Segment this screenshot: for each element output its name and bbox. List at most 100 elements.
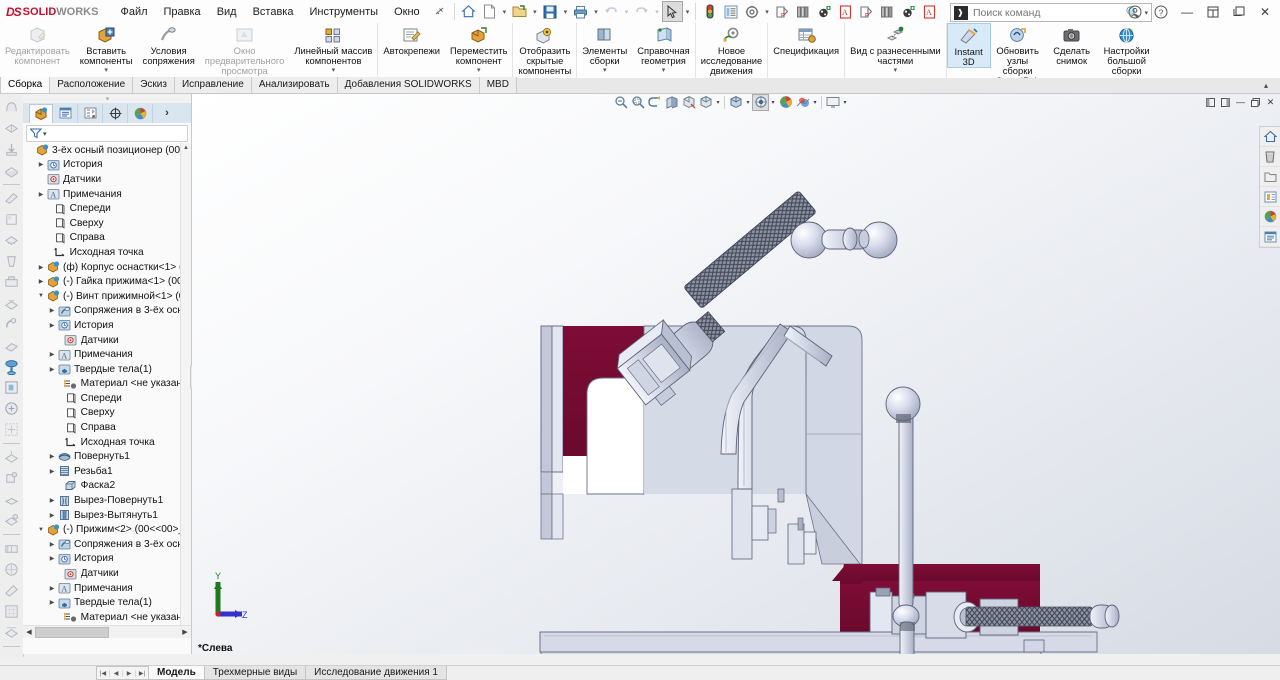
pdf-2-icon[interactable]: A	[919, 1, 940, 22]
insert-components-dropdown-icon[interactable]: ▾	[104, 67, 108, 74]
open-document-dropdown-icon[interactable]: ▾	[530, 8, 540, 16]
status-tab-3d-views[interactable]: Трехмерные виды	[203, 666, 307, 680]
expand-chevron-right-icon[interactable]: ▶	[36, 160, 46, 170]
tree-node-top-plane[interactable]: Сверху	[23, 216, 191, 231]
assembly-tool-21-icon[interactable]	[2, 539, 21, 558]
smart-fasteners-button[interactable]: Автокрепежи	[378, 23, 445, 56]
large-assembly-settings-button[interactable]: Настройки большой сборки	[1099, 23, 1155, 76]
menu-insert[interactable]: Вставка	[245, 3, 302, 21]
assembly-tool-10-icon[interactable]	[2, 294, 21, 313]
file-properties-icon[interactable]	[720, 1, 741, 22]
collapse-chevron-down-icon[interactable]: ▼	[36, 291, 46, 301]
library-icon[interactable]	[793, 1, 814, 22]
assembly-tool-19-icon[interactable]	[2, 490, 21, 509]
tab-solidworks-addins[interactable]: Добавления SOLIDWORKS	[337, 77, 480, 93]
tree-scroll-left-icon[interactable]: ◀	[23, 628, 35, 636]
mate-button[interactable]: Условия сопряжения	[138, 23, 200, 66]
tab-sketch[interactable]: Эскиз	[133, 77, 175, 93]
restore-icon[interactable]	[1200, 0, 1226, 23]
exploded-view-button[interactable]: Вид с разнесенными частями ▾	[845, 23, 946, 74]
linear-pattern-dropdown-icon[interactable]: ▾	[332, 67, 336, 74]
assembly-tool-18-icon[interactable]	[2, 469, 21, 488]
menu-file[interactable]: Файл	[112, 3, 155, 21]
home-icon[interactable]	[458, 1, 479, 22]
feature-tree[interactable]: 3-ёх осный позиционер (00<Состо ▶ История Д…	[23, 143, 191, 633]
tree-node-annotations-2[interactable]: ▶ A Примечания	[23, 347, 191, 362]
show-hidden-components-button[interactable]: Отобразить скрытые компоненты	[513, 23, 576, 76]
assembly-model-3d[interactable]	[192, 94, 1280, 654]
tree-node-sensors[interactable]: Датчики	[23, 172, 191, 187]
tree-node-front-plane[interactable]: Спереди	[23, 201, 191, 216]
expand-chevron-right-icon[interactable]: ▶	[47, 320, 57, 330]
feature-tree-filter[interactable]: ▾	[26, 125, 188, 142]
tree-node-cut-revolve1[interactable]: ▶ Вырез-Повернуть1	[23, 493, 191, 508]
tree-node-front-plane-2[interactable]: Спереди	[23, 391, 191, 406]
move-component-button[interactable]: Переместить компонент ▾	[445, 23, 512, 74]
assembly-tool-14-icon[interactable]	[2, 378, 21, 397]
save-dropdown-icon[interactable]: ▾	[561, 8, 571, 16]
expand-chevron-right-icon[interactable]: ▶	[47, 510, 57, 520]
edit-component-button[interactable]: Редактировать компонент	[0, 23, 75, 66]
tree-node-chamfer2[interactable]: Фаска2	[23, 479, 191, 494]
tab-evaluate-fix[interactable]: Исправление	[174, 77, 252, 93]
print-icon[interactable]	[570, 1, 591, 22]
expand-chevron-right-icon[interactable]: ▶	[36, 189, 46, 199]
next-page-icon[interactable]: ▶	[123, 669, 136, 677]
close-icon[interactable]: ✕	[1252, 0, 1278, 23]
redo-icon[interactable]	[631, 1, 652, 22]
tree-node-gayka-prizhima[interactable]: ▶ (-) Гайка прижима<1> (00< <00:	[23, 274, 191, 289]
tab-assembly[interactable]: Сборка	[0, 77, 51, 93]
collapse-chevron-down-icon[interactable]: ▼	[36, 525, 46, 535]
assembly-tool-12-icon[interactable]	[2, 336, 21, 355]
expand-chevron-right-icon[interactable]: ▶	[47, 583, 57, 593]
tree-node-origin[interactable]: Исходная точка	[23, 245, 191, 260]
assembly-tool-9-icon[interactable]	[2, 273, 21, 292]
expand-chevron-right-icon[interactable]: ▶	[47, 364, 57, 374]
assembly-tool-22-icon[interactable]	[2, 560, 21, 579]
pack-go-icon[interactable]: P	[772, 1, 793, 22]
tree-node-right-plane[interactable]: Справа	[23, 231, 191, 246]
new-document-icon[interactable]	[479, 1, 500, 22]
mate-tool-icon[interactable]	[2, 357, 21, 376]
tree-node-thread1[interactable]: ▶ Резьба1	[23, 464, 191, 479]
menu-view[interactable]: Вид	[209, 3, 245, 21]
assembly-tool-6-icon[interactable]	[2, 210, 21, 229]
take-snapshot-button[interactable]: Сделать снимок	[1045, 23, 1099, 66]
pdf-icon[interactable]: A	[835, 1, 856, 22]
tree-node-material-1[interactable]: Материал <не указан>	[23, 377, 191, 392]
expand-chevron-right-icon[interactable]: ▶	[47, 539, 57, 549]
tree-node-assembly-root[interactable]: 3-ёх осный позиционер (00<Состо	[23, 143, 191, 158]
tree-node-right-plane-2[interactable]: Справа	[23, 420, 191, 435]
expand-chevron-right-icon[interactable]: ▶	[36, 277, 46, 287]
minimize-icon[interactable]: —	[1174, 0, 1200, 23]
new-document-dropdown-icon[interactable]: ▾	[500, 8, 510, 16]
expand-chevron-right-icon[interactable]: ▶	[47, 452, 57, 462]
tree-node-sensors-2[interactable]: Датчики	[23, 333, 191, 348]
more-tabs-chevron-icon[interactable]: ›	[155, 104, 179, 123]
upper-handle-balls[interactable]	[790, 221, 898, 259]
assembly-tool-20-icon[interactable]	[2, 511, 21, 530]
tree-hscroll-thumb[interactable]	[35, 626, 109, 638]
open-document-icon[interactable]	[509, 1, 530, 22]
tree-node-history[interactable]: ▶ История	[23, 158, 191, 173]
settings-ball-2-icon[interactable]	[898, 1, 919, 22]
display-manager-tab[interactable]	[128, 103, 153, 123]
rebuild-icon[interactable]	[699, 1, 720, 22]
new-motion-study-button[interactable]: Новое исследование движения	[696, 23, 768, 76]
clamp-screw-lower[interactable]	[965, 604, 1120, 629]
undo-icon[interactable]	[601, 1, 622, 22]
expand-chevron-right-icon[interactable]: ▶	[47, 496, 57, 506]
tree-node-cut-extrude1[interactable]: ▶ Вырез-Вытянуть1	[23, 508, 191, 523]
tree-node-vint-prizhimnoy[interactable]: ▼ (-) Винт прижимной<1> (00<<0	[23, 289, 191, 304]
feature-manager-tab[interactable]	[29, 103, 53, 123]
assembly-tool-8-icon[interactable]	[2, 252, 21, 271]
reference-geometry-dropdown-icon[interactable]: ▾	[662, 67, 666, 74]
tree-node-solid-bodies-2[interactable]: ▶ Твердые тела(1)	[23, 595, 191, 610]
tree-scroll-right-icon[interactable]: ▶	[179, 628, 191, 636]
search-input[interactable]	[971, 5, 1124, 20]
select-dropdown-icon[interactable]: ▾	[683, 8, 693, 16]
assembly-features-dropdown-icon[interactable]: ▾	[603, 67, 607, 74]
tab-mbd[interactable]: MBD	[479, 77, 517, 93]
tree-node-origin-2[interactable]: Исходная точка	[23, 435, 191, 450]
save-icon[interactable]	[540, 1, 561, 22]
